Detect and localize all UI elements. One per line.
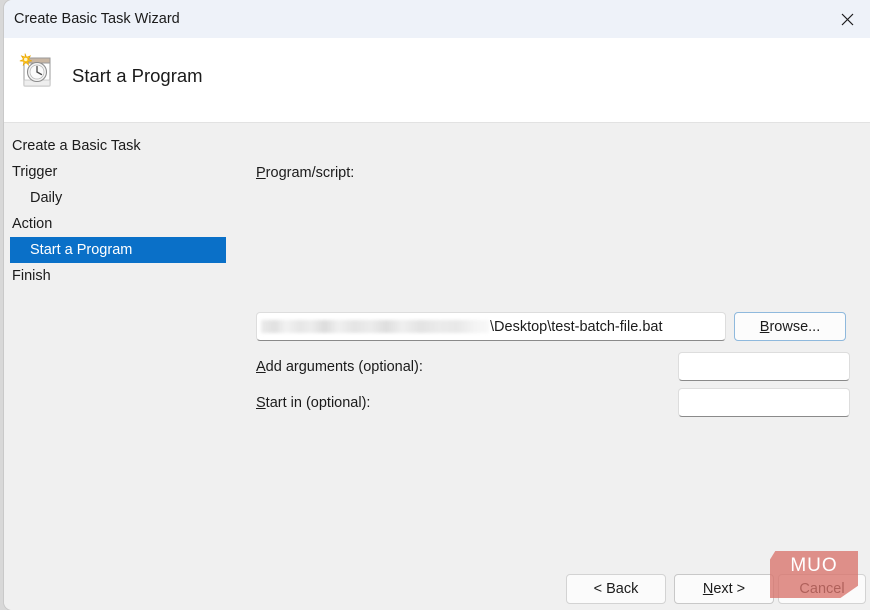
start-in-label-accelerator: S bbox=[256, 395, 266, 411]
wizard-header: Start a Program bbox=[4, 38, 870, 123]
task-scheduler-new-task-icon bbox=[14, 50, 58, 94]
start-in-input[interactable] bbox=[678, 388, 850, 417]
start-in-label: Start in (optional): bbox=[256, 395, 370, 411]
add-arguments-label-accelerator: A bbox=[256, 359, 266, 375]
sidebar-item-create-a-basic-task[interactable]: Create a Basic Task bbox=[4, 133, 232, 159]
program-script-label: Program/script: bbox=[256, 165, 354, 181]
next-button-label-accelerator: N bbox=[703, 581, 713, 597]
add-arguments-label-text: dd arguments (optional): bbox=[266, 359, 423, 375]
program-script-label-accelerator: P bbox=[256, 165, 266, 181]
sidebar-item-action[interactable]: Action bbox=[4, 211, 232, 237]
program-script-value: \Desktop\test-batch-file.bat bbox=[490, 319, 662, 335]
wizard-step-list: Create a Basic Task Trigger Daily Action… bbox=[4, 133, 232, 289]
back-button-label: < Back bbox=[594, 581, 639, 597]
next-button[interactable]: Next > bbox=[674, 574, 774, 604]
browse-button[interactable]: Browse... bbox=[734, 312, 846, 341]
browse-button-label-accelerator: B bbox=[760, 319, 770, 335]
program-script-input[interactable]: \Desktop\test-batch-file.bat bbox=[256, 312, 726, 341]
sidebar-item-daily[interactable]: Daily bbox=[4, 185, 232, 211]
start-in-label-text: art in (optional): bbox=[270, 395, 371, 411]
cancel-button-label: Cancel bbox=[799, 581, 844, 597]
sidebar-item-finish[interactable]: Finish bbox=[4, 263, 232, 289]
sidebar-item-trigger[interactable]: Trigger bbox=[4, 159, 232, 185]
close-icon[interactable] bbox=[824, 0, 870, 38]
page-title: Start a Program bbox=[72, 65, 203, 87]
browse-button-label-text: owse... bbox=[774, 319, 820, 335]
sidebar-item-start-a-program[interactable]: Start a Program bbox=[10, 237, 226, 263]
redacted-path-prefix bbox=[261, 320, 489, 333]
cancel-button[interactable]: Cancel bbox=[778, 574, 866, 604]
add-arguments-label: Add arguments (optional): bbox=[256, 359, 423, 375]
back-button[interactable]: < Back bbox=[566, 574, 666, 604]
program-script-label-text: rogram/script: bbox=[266, 165, 355, 181]
add-arguments-input[interactable] bbox=[678, 352, 850, 381]
create-basic-task-wizard-window: Create Basic Task Wizard Start a Program bbox=[4, 0, 870, 610]
next-button-label-text: ext > bbox=[713, 581, 745, 597]
window-title: Create Basic Task Wizard bbox=[14, 11, 180, 27]
wizard-body: Create a Basic Task Trigger Daily Action… bbox=[4, 123, 870, 610]
title-bar: Create Basic Task Wizard bbox=[4, 0, 870, 38]
